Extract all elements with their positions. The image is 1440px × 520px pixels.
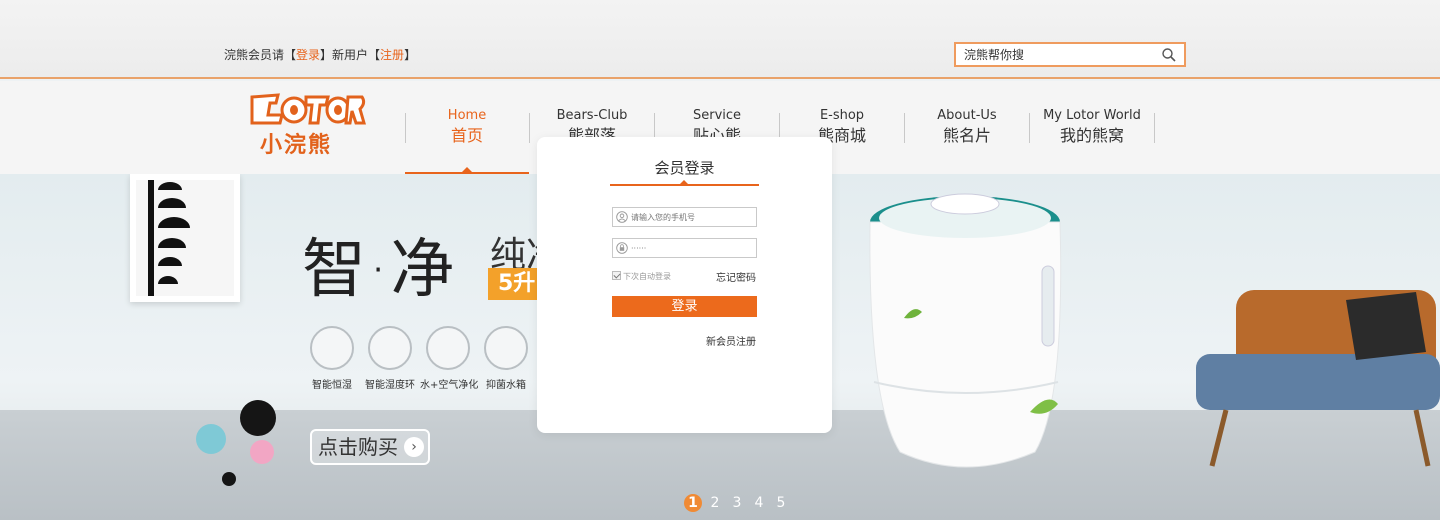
feature-item: 智能恒湿 bbox=[304, 326, 360, 391]
member-login-panel: 会员登录 下次自动登录 忘记密码 登录 新会员注册 bbox=[537, 137, 832, 433]
nav-label-en: E-shop bbox=[819, 108, 865, 123]
user-icon bbox=[616, 211, 628, 223]
nav-label-cn: 首页 bbox=[450, 126, 483, 145]
humidity-ring-icon bbox=[368, 326, 412, 370]
antibacterial-icon bbox=[484, 326, 528, 370]
nav-label-en: Home bbox=[447, 108, 487, 123]
title-caret-icon bbox=[680, 180, 688, 184]
feature-label: 智能恒湿 bbox=[312, 380, 352, 391]
banner-headline: 智·净 bbox=[302, 233, 457, 307]
remember-me[interactable]: 下次自动登录 bbox=[612, 271, 671, 282]
search-input[interactable] bbox=[956, 44, 1152, 65]
slide-pagination: 12345 bbox=[684, 492, 794, 512]
phone-field bbox=[612, 207, 757, 227]
new-member-register-link[interactable]: 新会员注册 bbox=[706, 333, 756, 348]
password-field bbox=[612, 238, 757, 258]
feature-label: 水+空气净化 bbox=[420, 380, 479, 391]
feature-label: 抑菌水箱 bbox=[486, 380, 526, 391]
login-title-text: 会员登录 bbox=[654, 159, 715, 177]
chevron-right-icon: › bbox=[404, 437, 424, 457]
wall-poster-image bbox=[130, 174, 240, 302]
slide-dot[interactable]: 2 bbox=[706, 494, 724, 512]
decor-ball bbox=[196, 424, 226, 454]
active-caret-icon bbox=[462, 167, 472, 172]
buy-now-label: 点击购买 bbox=[318, 435, 398, 459]
lock-icon bbox=[616, 242, 628, 254]
nav-item-my-lotor-world[interactable]: My Lotor World 我的熊窝 bbox=[1030, 107, 1154, 174]
nav-label-en: Service bbox=[692, 108, 742, 123]
nav-label-en: My Lotor World bbox=[1043, 108, 1141, 123]
login-title: 会员登录 bbox=[610, 157, 759, 186]
remember-label: 下次自动登录 bbox=[623, 272, 671, 281]
login-submit-button[interactable]: 登录 bbox=[612, 296, 757, 317]
slide-dot[interactable]: 4 bbox=[750, 494, 768, 512]
greeting-middle: 】新用户【 bbox=[320, 48, 381, 62]
register-link[interactable]: 注册 bbox=[380, 48, 404, 62]
nav-item-home[interactable]: Home 首页 bbox=[405, 107, 529, 174]
purify-icon bbox=[426, 326, 470, 370]
lotor-logo-icon bbox=[250, 93, 366, 125]
password-input[interactable] bbox=[631, 239, 755, 257]
feature-label: 智能湿度环 bbox=[365, 380, 415, 391]
feature-item: 水+空气净化 bbox=[420, 326, 479, 391]
nav-label-cn: 我的熊窝 bbox=[1059, 126, 1124, 145]
nav-label-en: Bears-Club bbox=[556, 108, 628, 123]
slide-dot[interactable]: 1 bbox=[684, 494, 702, 512]
greeting-prefix: 浣熊会员请【 bbox=[224, 48, 297, 62]
forgot-password-link[interactable]: 忘记密码 bbox=[716, 269, 756, 284]
remember-checkbox[interactable] bbox=[612, 271, 621, 280]
decor-ball bbox=[240, 400, 276, 436]
top-bar: 浣熊会员请【登录】新用户【注册】 bbox=[0, 0, 1440, 79]
phone-input[interactable] bbox=[631, 208, 755, 226]
decor-ball bbox=[222, 472, 236, 486]
feature-item: 智能湿度环 bbox=[362, 326, 418, 391]
humidifier-product-image bbox=[869, 193, 1062, 468]
brand-name-cn: 小浣熊 bbox=[260, 132, 333, 158]
search-box bbox=[954, 42, 1186, 67]
buy-now-button[interactable]: 点击购买 › bbox=[310, 429, 430, 465]
nav-label-en: About-Us bbox=[937, 108, 997, 123]
capacity-badge: 5升 bbox=[488, 268, 540, 300]
login-link[interactable]: 登录 bbox=[296, 48, 320, 62]
slide-dot[interactable]: 3 bbox=[728, 494, 746, 512]
feature-item: 抑菌水箱 bbox=[478, 326, 534, 391]
brand-logo[interactable]: 小浣熊 bbox=[248, 93, 368, 158]
nav-divider bbox=[1154, 113, 1155, 143]
nav-label-cn: 熊名片 bbox=[942, 126, 991, 145]
sofa-decor-image bbox=[1196, 290, 1440, 467]
search-icon[interactable] bbox=[1160, 46, 1178, 64]
decor-ball bbox=[250, 440, 274, 464]
nav-item-about-us[interactable]: About-Us 熊名片 bbox=[905, 107, 1029, 174]
slide-dot[interactable]: 5 bbox=[772, 494, 790, 512]
humidity-icon bbox=[310, 326, 354, 370]
greeting-suffix: 】 bbox=[404, 48, 417, 62]
member-greeting: 浣熊会员请【登录】新用户【注册】 bbox=[224, 46, 416, 63]
